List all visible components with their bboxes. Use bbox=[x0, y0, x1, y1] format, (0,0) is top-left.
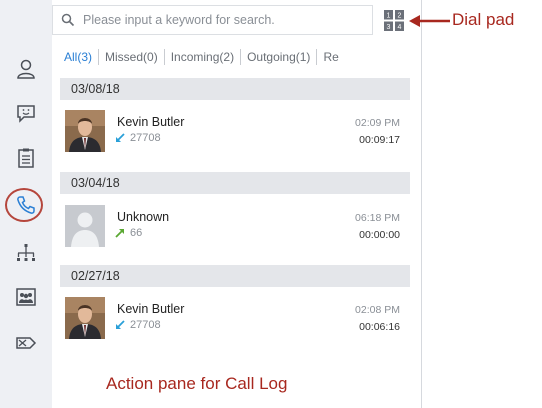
tab-missed[interactable]: Missed(0) bbox=[98, 49, 164, 65]
group-icon bbox=[16, 288, 36, 306]
call-time: 02:09 PM bbox=[355, 117, 400, 129]
dial-pad-arrow bbox=[409, 15, 450, 27]
tab-all[interactable]: All(3) bbox=[64, 49, 98, 65]
contact-number: 27708 bbox=[115, 319, 161, 331]
contact-number: 27708 bbox=[115, 132, 161, 144]
contact-name: Unknown bbox=[117, 210, 170, 224]
dialpad-icon[interactable]: 1 2 3 4 bbox=[384, 10, 404, 31]
call-duration: 00:00:00 bbox=[359, 229, 400, 241]
incoming-call-icon bbox=[116, 133, 125, 142]
avatar bbox=[65, 297, 105, 339]
date-header: 02/27/18 bbox=[60, 265, 410, 287]
chat-icon bbox=[17, 105, 35, 123]
number-text: 66 bbox=[130, 227, 143, 239]
svg-text:2: 2 bbox=[398, 13, 402, 20]
voicemail-icon bbox=[16, 337, 37, 349]
call-log-icon bbox=[17, 196, 35, 214]
dial-pad-annotation: Dial pad bbox=[452, 10, 515, 29]
number-text: 27708 bbox=[130, 132, 161, 144]
call-time: 06:18 PM bbox=[355, 212, 400, 224]
tasks-icon bbox=[18, 148, 34, 168]
avatar bbox=[65, 110, 105, 152]
sidebar-item-organization[interactable] bbox=[9, 236, 43, 270]
call-time: 02:08 PM bbox=[355, 304, 400, 316]
tab-outgoing[interactable]: Outgoing(1) bbox=[240, 49, 316, 65]
call-log-row[interactable]: Kevin Butler 27708 02:08 PM 00:06:16 bbox=[60, 297, 410, 347]
search-input[interactable] bbox=[81, 12, 365, 28]
sidebar bbox=[0, 0, 52, 408]
contacts-icon bbox=[17, 59, 35, 79]
contact-number: 66 bbox=[115, 227, 142, 239]
date-header: 03/04/18 bbox=[60, 172, 410, 194]
number-text: 27708 bbox=[130, 319, 161, 331]
search-box[interactable] bbox=[52, 5, 373, 35]
organization-icon bbox=[17, 244, 35, 261]
sidebar-item-voicemail[interactable] bbox=[9, 326, 43, 360]
sidebar-item-call-log[interactable] bbox=[9, 188, 43, 222]
call-duration: 00:09:17 bbox=[359, 134, 400, 146]
call-log-row[interactable]: Kevin Butler 27708 02:09 PM 00:09:17 bbox=[60, 110, 410, 160]
call-log-row[interactable]: Unknown 66 06:18 PM 00:00:00 bbox=[60, 205, 410, 255]
date-header: 03/08/18 bbox=[60, 78, 410, 100]
sidebar-item-groups[interactable] bbox=[9, 280, 43, 314]
contact-name: Kevin Butler bbox=[117, 302, 185, 316]
search-icon bbox=[61, 13, 75, 27]
default-avatar-icon bbox=[65, 205, 105, 247]
sidebar-item-tasks[interactable] bbox=[9, 141, 43, 175]
contact-name: Kevin Butler bbox=[117, 115, 185, 129]
tab-incoming[interactable]: Incoming(2) bbox=[163, 49, 240, 65]
sidebar-item-contacts[interactable] bbox=[9, 52, 43, 86]
call-duration: 00:06:16 bbox=[359, 321, 400, 333]
svg-text:3: 3 bbox=[387, 24, 391, 31]
tab-recent[interactable]: Re bbox=[316, 49, 344, 65]
sidebar-item-chat[interactable] bbox=[9, 96, 43, 130]
svg-text:4: 4 bbox=[398, 24, 402, 31]
svg-text:1: 1 bbox=[387, 13, 391, 20]
action-pane-annotation: Action pane for Call Log bbox=[106, 374, 288, 393]
incoming-call-icon bbox=[116, 320, 125, 329]
call-filter-tabs: All(3) Missed(0) Incoming(2) Outgoing(1)… bbox=[64, 49, 370, 65]
outgoing-call-icon bbox=[115, 229, 124, 238]
